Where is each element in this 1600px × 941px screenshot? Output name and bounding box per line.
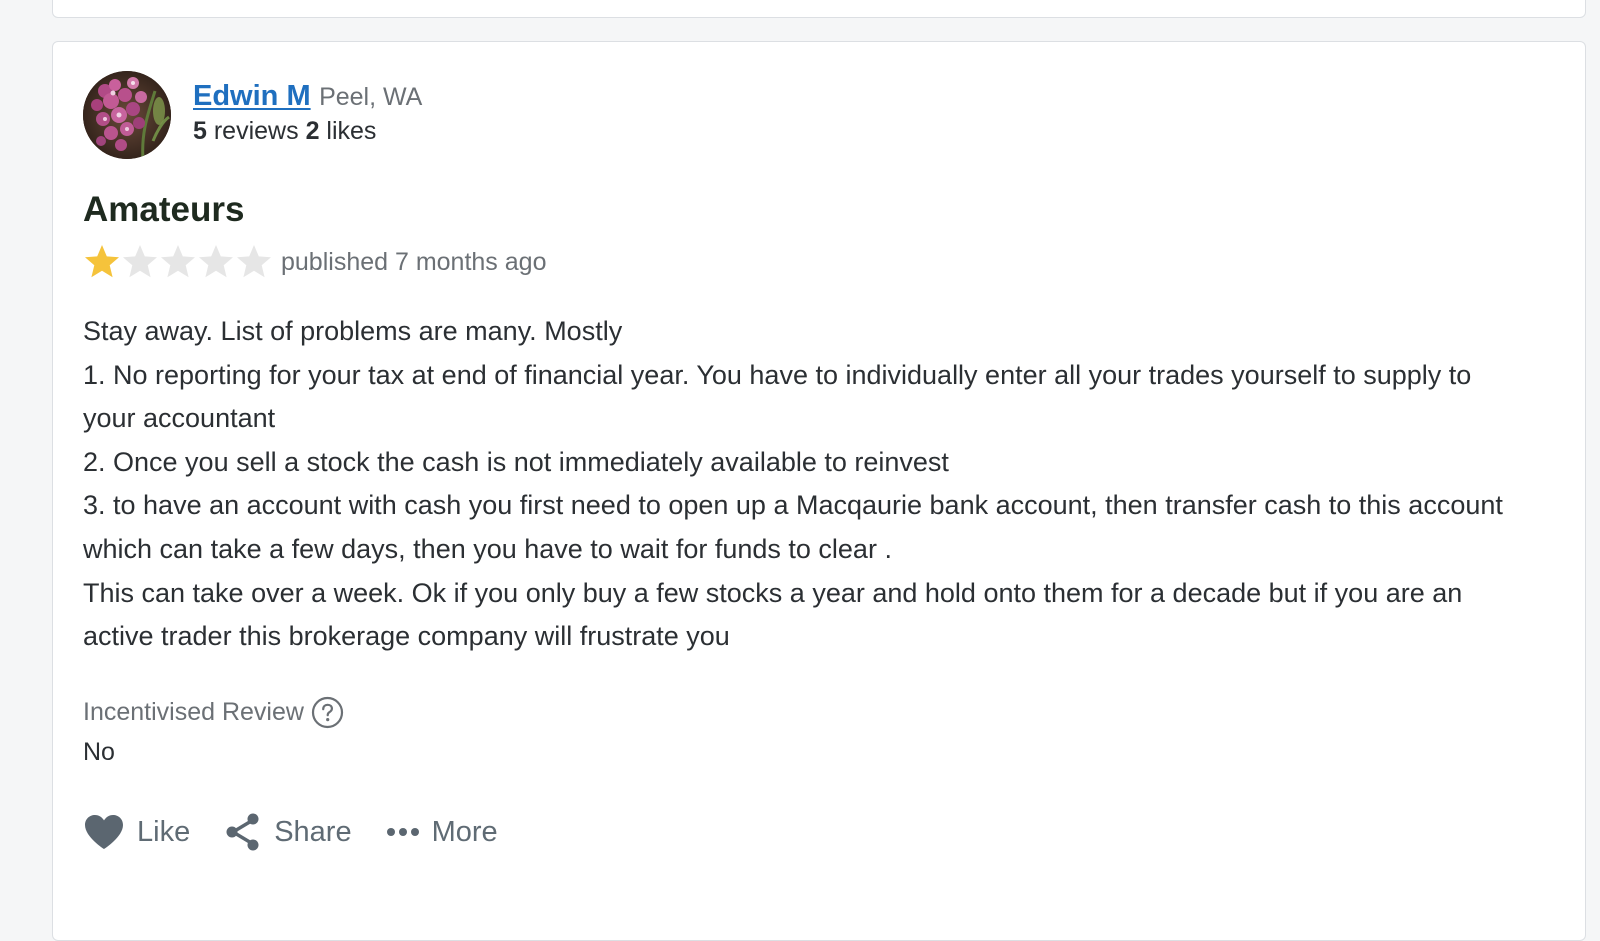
reviewer-name-line: Edwin M Peel, WA — [193, 80, 422, 113]
incentivised-review-row: Incentivised Review — [83, 696, 344, 729]
likes-label: likes — [326, 117, 377, 145]
reviewer-location: Peel, WA — [319, 83, 423, 111]
heart-icon — [85, 815, 123, 849]
share-button[interactable]: Share — [224, 812, 352, 852]
previous-review-card — [52, 0, 1586, 18]
star-empty-icon — [123, 245, 157, 278]
review-body-line: Stay away. List of problems are many. Mo… — [83, 316, 623, 346]
like-label: Like — [137, 815, 191, 848]
review-body-line: 3. to have an account with cash you firs… — [83, 490, 1503, 564]
review-body-line: 1. No reporting for your tax at end of f… — [83, 359, 1472, 434]
review-body: Stay away. List of problems are many. Mo… — [83, 310, 1523, 659]
star-filled-icon — [85, 245, 119, 278]
avatar-image — [83, 71, 171, 159]
published-date: published 7 months ago — [281, 247, 547, 276]
reviewer-stats: 5 reviews 2 likes — [193, 117, 422, 146]
review-body-line: 2. Once you sell a stock the cash is not… — [83, 446, 949, 477]
reviews-count: 5 — [193, 117, 207, 145]
reviews-label: reviews — [213, 117, 299, 145]
likes-count: 2 — [305, 117, 320, 145]
help-icon[interactable] — [311, 696, 344, 729]
review-body-line: This can take over a week. Ok if you onl… — [83, 577, 1463, 652]
share-icon — [226, 813, 259, 851]
incentivised-review-value: No — [83, 738, 115, 766]
star-rating — [83, 243, 273, 281]
star-empty-icon — [161, 245, 195, 278]
star-empty-icon — [237, 245, 271, 278]
share-label: Share — [274, 815, 352, 848]
review-card: Edwin M Peel, WA 5 reviews 2 likes Amate… — [52, 41, 1586, 941]
like-button[interactable]: Like — [83, 813, 190, 851]
more-button[interactable]: More — [386, 816, 498, 849]
more-label: More — [431, 815, 498, 848]
review-title: Amateurs — [83, 190, 245, 229]
incentivised-review-label: Incentivised Review — [83, 698, 304, 726]
star-empty-icon — [199, 245, 233, 278]
ellipsis-icon — [386, 828, 419, 836]
avatar[interactable] — [83, 71, 171, 159]
reviewer-info: Edwin M Peel, WA 5 reviews 2 likes — [193, 80, 422, 146]
rating-row: published 7 months ago — [83, 241, 546, 283]
review-actions: Like Share More — [83, 812, 532, 852]
reviewer-name-link[interactable]: Edwin M — [193, 80, 311, 112]
